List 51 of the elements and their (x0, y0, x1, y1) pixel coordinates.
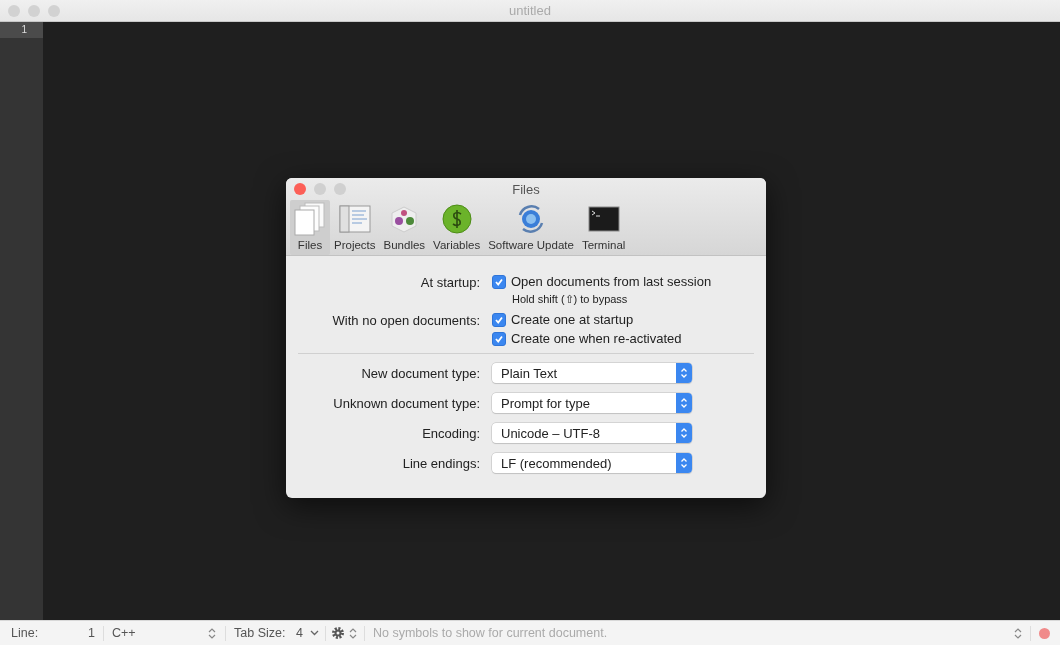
checkmark-icon (494, 314, 504, 325)
dollar-icon (441, 204, 472, 234)
stepper-icon[interactable] (349, 626, 357, 640)
stepper-icon[interactable] (1014, 626, 1022, 640)
symbols-status: No symbols to show for current document. (372, 626, 609, 640)
checkbox-label[interactable]: Open documents from last session (511, 274, 712, 289)
setting-label: At startup: (419, 274, 480, 291)
window-title: untitled (509, 3, 551, 18)
stepper-icon[interactable] (208, 626, 216, 640)
checkmark-icon (494, 276, 504, 287)
line-label: Line: (10, 626, 40, 640)
gear-icon[interactable] (331, 626, 345, 640)
checkbox-label[interactable]: Create one at startup (511, 312, 634, 327)
checkbox[interactable] (492, 312, 506, 327)
setting-label: Line endings: (401, 454, 480, 472)
toolbar-tab[interactable]: Projects (330, 200, 380, 255)
checkbox[interactable] (492, 331, 506, 346)
checkbox-label[interactable]: Create one when re-activated (511, 331, 682, 346)
chevron-down-icon[interactable] (310, 630, 319, 636)
documents-icon (294, 202, 326, 236)
dialog-title: Files (512, 182, 540, 197)
close-button[interactable] (294, 183, 306, 195)
stepper-icon (680, 367, 688, 379)
popup-menu[interactable]: Prompt for type (492, 393, 692, 413)
checkmark-icon (494, 333, 504, 344)
gift-box-icon (389, 204, 420, 234)
line-number: 1 (0, 22, 43, 38)
checkbox[interactable] (492, 274, 506, 289)
setting-label: Unknown document type: (332, 394, 480, 412)
window-panes-icon (338, 205, 371, 233)
toolbar-tab[interactable]: Software Update (484, 200, 578, 255)
stepper-icon (680, 427, 688, 439)
setting-label: Encoding: (421, 424, 480, 442)
language-selector[interactable]: C++ (104, 626, 208, 640)
toolbar-tab[interactable]: Terminal (577, 200, 630, 255)
terminal-icon (587, 206, 620, 232)
tab-size-selector[interactable]: 4 (296, 626, 310, 640)
stepper-icon (680, 397, 688, 409)
toolbar-tab[interactable]: Bundles (379, 200, 430, 255)
record-indicator-icon[interactable] (1039, 627, 1050, 639)
toolbar-tab[interactable]: Variables (429, 200, 485, 255)
toolbar-tab[interactable]: Files (290, 200, 330, 255)
setting-label: New document type: (360, 364, 480, 382)
setting-label: With no open documents: (331, 312, 480, 329)
tab-size-label: Tab Size: (233, 626, 287, 640)
popup-menu[interactable]: Plain Text (492, 363, 692, 383)
hint-text: Hold shift (⇧) to bypass (512, 293, 629, 306)
line-number-value: 1 (87, 626, 96, 640)
stepper-icon (680, 457, 688, 469)
popup-menu[interactable]: Unicode – UTF-8 (492, 423, 692, 443)
popup-menu[interactable]: LF (recommended) (492, 453, 692, 473)
